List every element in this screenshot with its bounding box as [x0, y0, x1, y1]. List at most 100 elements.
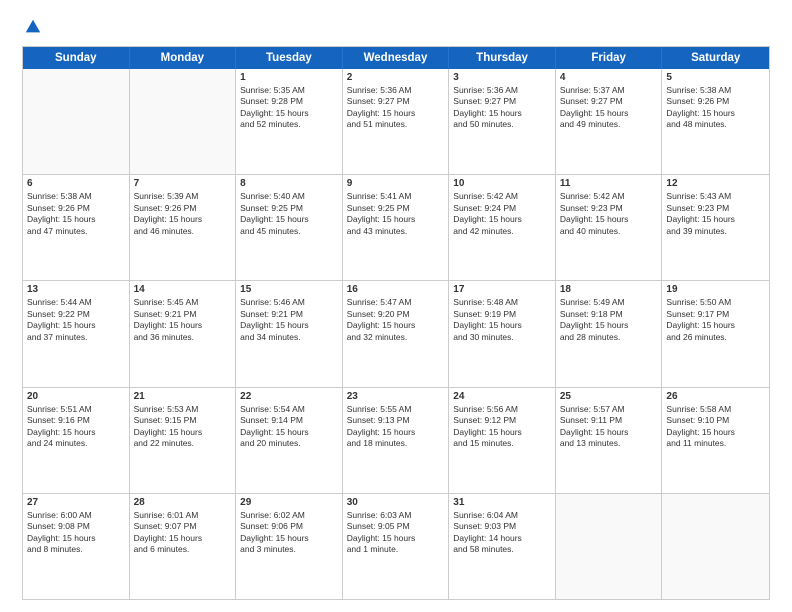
daylight-minutes-text: and 8 minutes.	[27, 544, 125, 555]
daylight-hours-text: Daylight: 15 hours	[27, 320, 125, 331]
day-number: 21	[134, 391, 232, 402]
sunset-text: Sunset: 9:07 PM	[134, 521, 232, 532]
daylight-hours-text: Daylight: 15 hours	[134, 533, 232, 544]
sunset-text: Sunset: 9:14 PM	[240, 415, 338, 426]
daylight-minutes-text: and 18 minutes.	[347, 438, 445, 449]
calendar-cell: 4Sunrise: 5:37 AMSunset: 9:27 PMDaylight…	[556, 69, 663, 174]
sunset-text: Sunset: 9:26 PM	[27, 203, 125, 214]
sunrise-text: Sunrise: 6:01 AM	[134, 510, 232, 521]
daylight-minutes-text: and 15 minutes.	[453, 438, 551, 449]
day-number: 2	[347, 72, 445, 83]
calendar-header-cell: Thursday	[449, 47, 556, 69]
sunrise-text: Sunrise: 5:49 AM	[560, 297, 658, 308]
daylight-hours-text: Daylight: 15 hours	[240, 533, 338, 544]
sunrise-text: Sunrise: 5:55 AM	[347, 404, 445, 415]
daylight-hours-text: Daylight: 15 hours	[240, 108, 338, 119]
sunset-text: Sunset: 9:03 PM	[453, 521, 551, 532]
sunrise-text: Sunrise: 5:36 AM	[347, 85, 445, 96]
day-number: 8	[240, 178, 338, 189]
daylight-minutes-text: and 40 minutes.	[560, 226, 658, 237]
calendar-cell: 10Sunrise: 5:42 AMSunset: 9:24 PMDayligh…	[449, 175, 556, 280]
daylight-minutes-text: and 26 minutes.	[666, 332, 765, 343]
sunset-text: Sunset: 9:06 PM	[240, 521, 338, 532]
sunset-text: Sunset: 9:11 PM	[560, 415, 658, 426]
sunset-text: Sunset: 9:22 PM	[27, 309, 125, 320]
day-number: 9	[347, 178, 445, 189]
sunrise-text: Sunrise: 5:42 AM	[560, 191, 658, 202]
calendar-header-cell: Sunday	[23, 47, 130, 69]
day-number: 4	[560, 72, 658, 83]
daylight-hours-text: Daylight: 15 hours	[27, 533, 125, 544]
day-number: 15	[240, 284, 338, 295]
sunrise-text: Sunrise: 5:53 AM	[134, 404, 232, 415]
day-number: 30	[347, 497, 445, 508]
calendar-header-cell: Saturday	[662, 47, 769, 69]
day-number: 11	[560, 178, 658, 189]
calendar-cell: 5Sunrise: 5:38 AMSunset: 9:26 PMDaylight…	[662, 69, 769, 174]
day-number: 13	[27, 284, 125, 295]
calendar-cell: 12Sunrise: 5:43 AMSunset: 9:23 PMDayligh…	[662, 175, 769, 280]
calendar-cell	[556, 494, 663, 599]
calendar-cell: 21Sunrise: 5:53 AMSunset: 9:15 PMDayligh…	[130, 388, 237, 493]
daylight-minutes-text: and 50 minutes.	[453, 119, 551, 130]
daylight-hours-text: Daylight: 15 hours	[453, 320, 551, 331]
sunrise-text: Sunrise: 5:40 AM	[240, 191, 338, 202]
daylight-hours-text: Daylight: 15 hours	[347, 533, 445, 544]
sunset-text: Sunset: 9:25 PM	[347, 203, 445, 214]
daylight-minutes-text: and 20 minutes.	[240, 438, 338, 449]
sunrise-text: Sunrise: 5:35 AM	[240, 85, 338, 96]
daylight-hours-text: Daylight: 15 hours	[240, 427, 338, 438]
calendar-cell: 11Sunrise: 5:42 AMSunset: 9:23 PMDayligh…	[556, 175, 663, 280]
daylight-minutes-text: and 11 minutes.	[666, 438, 765, 449]
daylight-minutes-text: and 45 minutes.	[240, 226, 338, 237]
daylight-minutes-text: and 3 minutes.	[240, 544, 338, 555]
day-number: 25	[560, 391, 658, 402]
sunset-text: Sunset: 9:13 PM	[347, 415, 445, 426]
daylight-minutes-text: and 36 minutes.	[134, 332, 232, 343]
calendar-cell: 7Sunrise: 5:39 AMSunset: 9:26 PMDaylight…	[130, 175, 237, 280]
day-number: 24	[453, 391, 551, 402]
day-number: 17	[453, 284, 551, 295]
sunrise-text: Sunrise: 5:46 AM	[240, 297, 338, 308]
calendar-cell: 20Sunrise: 5:51 AMSunset: 9:16 PMDayligh…	[23, 388, 130, 493]
sunrise-text: Sunrise: 6:02 AM	[240, 510, 338, 521]
sunset-text: Sunset: 9:21 PM	[134, 309, 232, 320]
day-number: 26	[666, 391, 765, 402]
calendar-cell: 18Sunrise: 5:49 AMSunset: 9:18 PMDayligh…	[556, 281, 663, 386]
daylight-minutes-text: and 32 minutes.	[347, 332, 445, 343]
sunset-text: Sunset: 9:12 PM	[453, 415, 551, 426]
calendar-cell: 24Sunrise: 5:56 AMSunset: 9:12 PMDayligh…	[449, 388, 556, 493]
daylight-minutes-text: and 28 minutes.	[560, 332, 658, 343]
day-number: 20	[27, 391, 125, 402]
sunrise-text: Sunrise: 5:39 AM	[134, 191, 232, 202]
sunset-text: Sunset: 9:20 PM	[347, 309, 445, 320]
daylight-hours-text: Daylight: 15 hours	[134, 427, 232, 438]
daylight-hours-text: Daylight: 15 hours	[347, 108, 445, 119]
sunset-text: Sunset: 9:26 PM	[134, 203, 232, 214]
sunrise-text: Sunrise: 5:36 AM	[453, 85, 551, 96]
calendar-header-cell: Wednesday	[343, 47, 450, 69]
daylight-hours-text: Daylight: 15 hours	[347, 320, 445, 331]
sunrise-text: Sunrise: 5:57 AM	[560, 404, 658, 415]
day-number: 18	[560, 284, 658, 295]
daylight-hours-text: Daylight: 15 hours	[347, 427, 445, 438]
daylight-hours-text: Daylight: 15 hours	[240, 214, 338, 225]
sunrise-text: Sunrise: 5:58 AM	[666, 404, 765, 415]
sunset-text: Sunset: 9:27 PM	[560, 96, 658, 107]
calendar-cell: 29Sunrise: 6:02 AMSunset: 9:06 PMDayligh…	[236, 494, 343, 599]
daylight-hours-text: Daylight: 15 hours	[560, 320, 658, 331]
calendar-row: 27Sunrise: 6:00 AMSunset: 9:08 PMDayligh…	[23, 493, 769, 599]
daylight-minutes-text: and 51 minutes.	[347, 119, 445, 130]
day-number: 10	[453, 178, 551, 189]
daylight-minutes-text: and 48 minutes.	[666, 119, 765, 130]
calendar-cell: 28Sunrise: 6:01 AMSunset: 9:07 PMDayligh…	[130, 494, 237, 599]
sunset-text: Sunset: 9:28 PM	[240, 96, 338, 107]
daylight-hours-text: Daylight: 15 hours	[27, 427, 125, 438]
day-number: 31	[453, 497, 551, 508]
sunrise-text: Sunrise: 5:56 AM	[453, 404, 551, 415]
calendar-cell: 9Sunrise: 5:41 AMSunset: 9:25 PMDaylight…	[343, 175, 450, 280]
sunset-text: Sunset: 9:25 PM	[240, 203, 338, 214]
calendar-cell: 15Sunrise: 5:46 AMSunset: 9:21 PMDayligh…	[236, 281, 343, 386]
sunrise-text: Sunrise: 5:41 AM	[347, 191, 445, 202]
daylight-minutes-text: and 46 minutes.	[134, 226, 232, 237]
